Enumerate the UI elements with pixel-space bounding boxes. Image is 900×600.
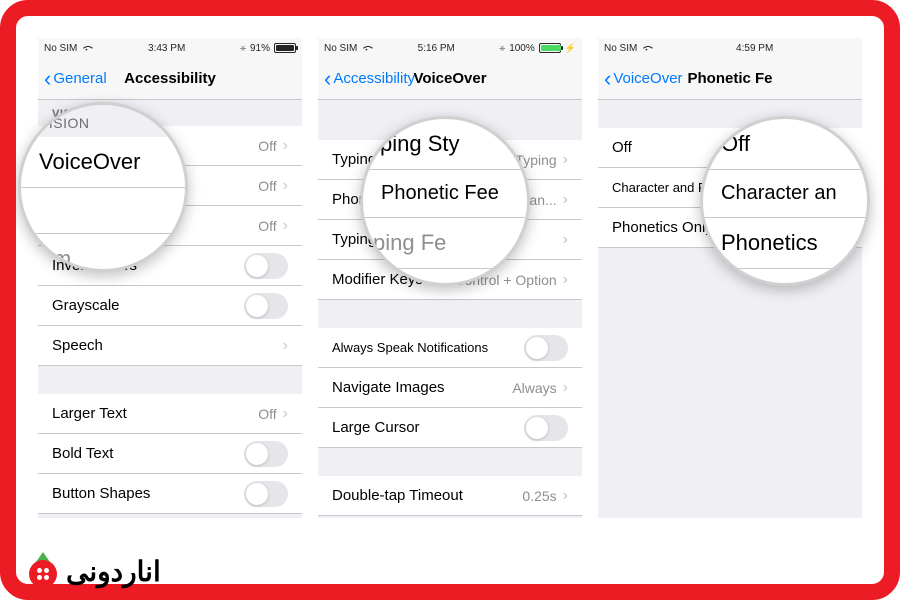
logo-text: اناردونی [66,555,161,588]
chevron-right-icon: › [283,137,288,155]
back-label: Accessibility [333,70,415,87]
navbar: ‹ VoiceOver Phonetic Fe [598,58,862,100]
chevron-left-icon: ‹ [44,66,51,92]
list-timeout: Double-tap Timeout0.25s› [318,476,582,516]
back-label: General [53,70,106,87]
magnifier-2: yping Sty Phonetic Fee ping Fe [360,116,530,286]
status-bar: No SIM 3:43 PM ⚹ 91% [38,38,302,58]
wifi-icon [81,44,93,52]
wifi-icon [361,44,373,52]
row-button-shapes[interactable]: Button Shapes [38,474,302,514]
row-navigate-images[interactable]: Navigate ImagesAlways› [318,368,582,408]
nav-title: VoiceOver [413,70,486,87]
chevron-right-icon: › [563,191,568,209]
mag-row: Phonetics [703,218,867,269]
magnifier-1: VISION VoiceOver Zoom [18,102,188,272]
brand-logo: اناردونی [26,554,161,588]
carrier-label: No SIM [324,43,357,54]
row-speech[interactable]: Speech› [38,326,302,366]
chevron-right-icon: › [563,271,568,289]
wifi-icon [641,44,653,52]
status-bar: No SIM 4:59 PM [598,38,862,58]
row-bold-text[interactable]: Bold Text [38,434,302,474]
chevron-right-icon: › [563,231,568,249]
section-spacer [318,300,582,328]
toggle-switch[interactable] [244,253,288,279]
battery-icon [274,43,296,53]
bluetooth-icon: ⚹ [240,43,246,54]
list-speak: Always Speak Notifications Navigate Imag… [318,328,582,448]
navbar: ‹ Accessibility VoiceOver [318,58,582,100]
chevron-right-icon: › [283,405,288,423]
list-text: Larger TextOff› Bold Text Button Shapes [38,394,302,514]
chevron-right-icon: › [283,217,288,235]
section-spacer [38,366,302,394]
time-label: 4:59 PM [736,43,773,54]
chevron-right-icon: › [563,487,568,505]
nav-title: Accessibility [124,70,216,87]
toggle-switch[interactable] [524,415,568,441]
toggle-switch[interactable] [244,293,288,319]
mag-row [21,188,185,234]
charging-icon: ⚡ [565,43,576,54]
back-label: VoiceOver [613,70,682,87]
row-grayscale[interactable]: Grayscale [38,286,302,326]
mag-row: Character an [703,170,867,218]
battery-label: 91% [250,43,270,54]
navbar: ‹ General Accessibility [38,58,302,100]
chevron-left-icon: ‹ [324,66,331,92]
battery-label: 100% [509,43,535,54]
mag-row: Phonetic Fee [363,170,527,218]
phone-3: No SIM 4:59 PM ‹ VoiceOver Phonetic Fe O… [598,38,862,518]
status-bar: No SIM 5:16 PM ⚹ 100% ⚡ [318,38,582,58]
time-label: 3:43 PM [148,43,185,54]
row-double-tap-timeout[interactable]: Double-tap Timeout0.25s› [318,476,582,516]
chevron-right-icon: › [563,379,568,397]
mag-row: ping Fe [363,218,527,269]
back-button[interactable]: ‹ VoiceOver [604,66,683,92]
bluetooth-icon: ⚹ [499,43,505,54]
back-button[interactable]: ‹ Accessibility [324,66,415,92]
row-large-cursor[interactable]: Large Cursor [318,408,582,448]
row-speak-notifications[interactable]: Always Speak Notifications [318,328,582,368]
pomegranate-icon [26,554,60,588]
chevron-left-icon: ‹ [604,66,611,92]
magnifier-3: Off Character an Phonetics [700,116,870,286]
time-label: 5:16 PM [418,43,455,54]
row-larger-text[interactable]: Larger TextOff› [38,394,302,434]
section-spacer [318,448,582,476]
chevron-right-icon: › [563,151,568,169]
toggle-switch[interactable] [244,441,288,467]
empty-area [598,248,862,518]
carrier-label: No SIM [604,43,637,54]
toggle-switch[interactable] [524,335,568,361]
back-button[interactable]: ‹ General [44,66,107,92]
chevron-right-icon: › [283,177,288,195]
battery-icon [539,43,561,53]
toggle-switch[interactable] [244,481,288,507]
nav-title: Phonetic Fe [687,70,772,87]
chevron-right-icon: › [283,337,288,355]
carrier-label: No SIM [44,43,77,54]
mag-row: VoiceOver [21,137,185,188]
